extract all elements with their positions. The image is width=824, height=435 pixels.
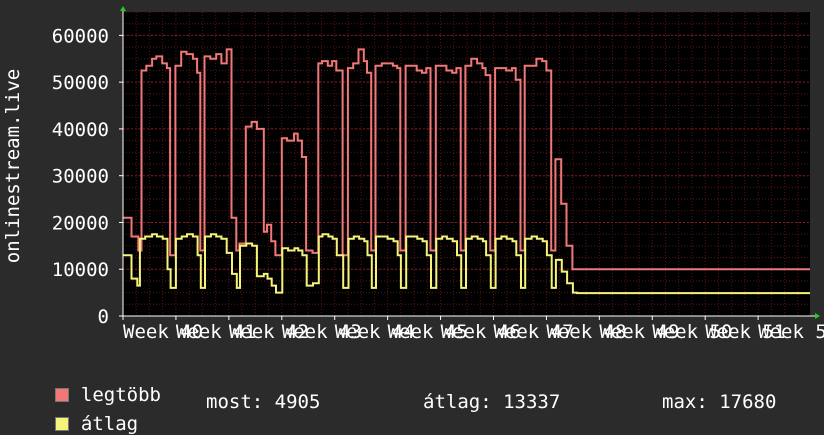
y-tick-labels: 0 10000 20000 30000 40000 50000 60000 [52, 25, 123, 328]
y-tick-label: 30000 [52, 166, 109, 188]
stat-max: max: 17680 [662, 391, 777, 413]
y-tick-label: 0 [98, 306, 109, 328]
y-tick-label: 20000 [52, 212, 109, 234]
legend-series2: átlag [32, 391, 138, 435]
y-tick-label: 60000 [52, 25, 109, 47]
y-axis-label: onlinestream.live [2, 69, 24, 263]
stat-most: most: 4905 [206, 391, 321, 413]
x-tick-labels: Week 40Week 41Week 42Week 43Week 44Week … [122, 316, 824, 343]
x-tick-label: Week 5 [758, 321, 824, 343]
y-axis-arrow-icon [120, 6, 126, 11]
series2-swatch [54, 417, 69, 431]
y-tick-label: 10000 [52, 259, 109, 281]
stat-atlag: átlag: 13337 [423, 391, 561, 413]
y-tick-label: 50000 [52, 72, 109, 94]
y-tick-label: 40000 [52, 119, 109, 141]
x-axis-arrow-icon [815, 313, 820, 319]
series2-label: átlag [80, 413, 139, 435]
